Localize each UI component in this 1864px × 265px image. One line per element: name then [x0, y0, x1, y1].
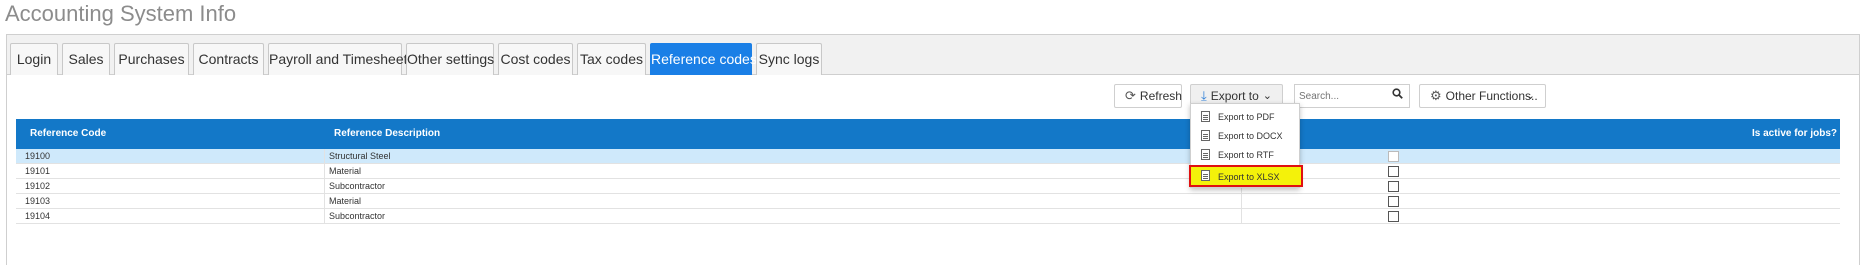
active-for-jobs-checkbox[interactable] — [1388, 196, 1399, 207]
table-header: Reference Code Reference Description Is … — [16, 119, 1840, 149]
other-functions-button[interactable]: ⚙ Other Functions.. ⌄ — [1419, 84, 1546, 108]
export-to-pdf-label: Export to PDF — [1218, 112, 1275, 122]
export-to-docx-label: Export to DOCX — [1218, 131, 1283, 141]
document-icon — [1201, 149, 1210, 160]
search-icon[interactable] — [1392, 88, 1403, 102]
active-for-jobs-checkbox[interactable] — [1388, 211, 1399, 222]
refresh-label: Refresh — [1139, 89, 1182, 103]
reference-code-cell: 19100 — [25, 151, 51, 161]
tab-bar: Login Sales Purchases Contracts Payroll … — [7, 35, 1859, 75]
refresh-button[interactable]: ⟳ Refresh — [1114, 84, 1182, 108]
tab-tax-codes[interactable]: Tax codes — [577, 43, 646, 75]
table-row[interactable]: 19102 Subcontractor — [16, 179, 1840, 194]
export-to-xlsx-label: Export to XLSX — [1218, 172, 1280, 182]
table-row[interactable]: 19101 Material — [16, 164, 1840, 179]
document-icon — [1201, 111, 1210, 122]
reference-description-cell: Material — [329, 166, 362, 176]
reference-description-cell: Subcontractor — [329, 181, 386, 191]
tab-contracts[interactable]: Contracts — [193, 43, 264, 75]
table-row[interactable]: 19104 Subcontractor — [16, 209, 1840, 224]
document-icon — [1201, 170, 1210, 181]
reference-description-cell: Material — [329, 196, 362, 206]
column-header-is-active-for-jobs[interactable]: Is active for jobs? — [1752, 119, 1837, 149]
reference-description-cell: Structural Steel — [329, 151, 391, 161]
export-to-rtf-label: Export to RTF — [1218, 150, 1274, 160]
tab-reference-codes[interactable]: Reference codes — [650, 43, 757, 75]
table-row[interactable]: 19100 Structural Steel — [16, 149, 1840, 164]
active-for-jobs-checkbox[interactable] — [1388, 151, 1399, 162]
reference-description-cell: Subcontractor — [329, 211, 386, 221]
tab-payroll-and-timesheets[interactable]: Payroll and Timesheets — [268, 43, 415, 75]
export-to-pdf-item[interactable]: Export to PDF — [1191, 107, 1299, 127]
column-header-reference-code[interactable]: Reference Code — [30, 119, 106, 149]
reference-code-cell: 19101 — [25, 166, 51, 176]
export-to-xlsx-item[interactable]: Export to XLSX — [1189, 165, 1303, 187]
refresh-icon: ⟳ — [1125, 88, 1136, 103]
column-header-reference-description[interactable]: Reference Description — [334, 119, 440, 149]
search-input[interactable] — [1299, 87, 1399, 105]
reference-code-cell: 19102 — [25, 181, 51, 191]
tab-other-settings[interactable]: Other settings — [406, 43, 494, 75]
document-icon — [1201, 130, 1210, 141]
tab-cost-codes[interactable]: Cost codes — [498, 43, 573, 75]
export-to-label: Export to — [1210, 89, 1259, 103]
table-row[interactable]: 19103 Material — [16, 194, 1840, 209]
active-for-jobs-checkbox[interactable] — [1388, 166, 1399, 177]
tab-sync-logs[interactable]: Sync logs — [756, 43, 822, 75]
export-menu: Export to PDF Export to DOCX Export to R… — [1189, 103, 1303, 188]
gear-icon: ⚙ — [1430, 88, 1442, 103]
export-to-rtf-item[interactable]: Export to RTF — [1191, 145, 1299, 165]
export-to-docx-item[interactable]: Export to DOCX — [1191, 126, 1299, 146]
reference-code-cell: 19104 — [25, 211, 51, 221]
search-box — [1294, 84, 1410, 108]
tab-purchases[interactable]: Purchases — [114, 43, 189, 75]
active-for-jobs-checkbox[interactable] — [1388, 181, 1399, 192]
tab-sales[interactable]: Sales — [62, 43, 110, 75]
reference-code-cell: 19103 — [25, 196, 51, 206]
other-functions-label: Other Functions.. — [1445, 89, 1538, 103]
tab-login[interactable]: Login — [10, 43, 58, 75]
page-title: Accounting System Info — [5, 1, 237, 26]
chevron-down-icon: ⌄ — [1525, 90, 1535, 102]
